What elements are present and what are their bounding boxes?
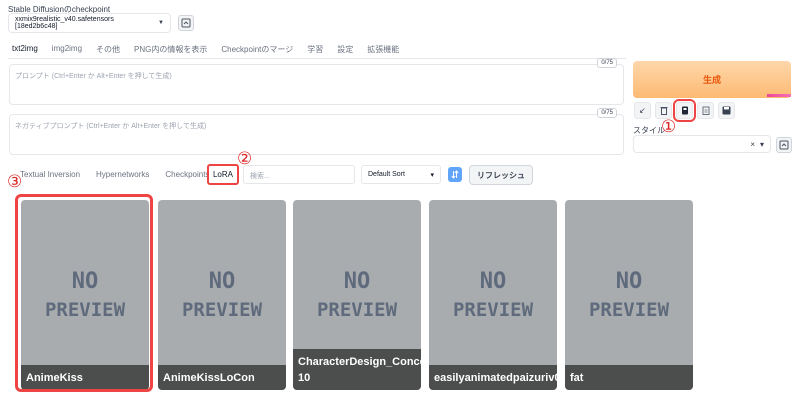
sort-direction-icon bbox=[451, 170, 459, 179]
card-name: fat bbox=[565, 365, 693, 390]
no-preview-line1: NO bbox=[480, 269, 507, 294]
refresh-icon bbox=[779, 140, 789, 150]
tab-txt2img[interactable]: txt2img bbox=[12, 44, 48, 55]
tabs-divider bbox=[8, 58, 626, 59]
checkpoint-select[interactable]: xxmix9realistic_v40.safetensors [18ed2b6… bbox=[8, 13, 171, 33]
prompt-placeholder: プロンプト (Ctrl+Enter か Alt+Enter を押して生成) bbox=[15, 73, 172, 80]
sort-select[interactable]: Default Sort ▾ bbox=[361, 165, 441, 184]
highlight-box-card bbox=[15, 194, 153, 392]
save-icon bbox=[722, 106, 731, 115]
no-preview-image: NO PREVIEW bbox=[182, 269, 263, 321]
clipboard-icon bbox=[702, 106, 709, 115]
refresh-networks-button[interactable]: リフレッシュ bbox=[469, 165, 533, 185]
toolbar: ↙ bbox=[634, 99, 735, 122]
tab-checkpoint-merger[interactable]: Checkpointのマージ bbox=[221, 44, 303, 55]
no-preview-line2: PREVIEW bbox=[589, 299, 670, 321]
extra-networks-search-input[interactable]: 検索... bbox=[243, 165, 355, 184]
checkpoint-value: xxmix9realistic_v40.safetensors [18ed2b6… bbox=[15, 16, 114, 30]
generate-progress-accent bbox=[767, 94, 791, 97]
arrow-icon: ↙ bbox=[639, 106, 646, 115]
trash-icon bbox=[660, 107, 667, 115]
prompt-token-counter: 0/75 bbox=[597, 58, 617, 68]
tab-settings[interactable]: 設定 bbox=[337, 44, 363, 55]
lora-card[interactable]: NO PREVIEW AnimeKissLoCon bbox=[158, 200, 286, 390]
no-preview-line1: NO bbox=[616, 269, 643, 294]
refresh-styles-button[interactable] bbox=[776, 137, 792, 153]
annotation-marker-1: ① bbox=[661, 117, 677, 137]
no-preview-image: NO PREVIEW bbox=[589, 269, 670, 321]
apply-style-button[interactable] bbox=[697, 102, 714, 119]
negative-prompt-placeholder: ネガティブプロンプト (Ctrl+Enter か Alt+Enter を押して生… bbox=[15, 123, 207, 130]
save-style-button[interactable] bbox=[718, 102, 735, 119]
extra-networks-tabs: Textual Inversion Hypernetworks Checkpoi… bbox=[20, 170, 225, 179]
paste-arrow-button[interactable]: ↙ bbox=[634, 102, 651, 119]
no-preview-image: NO PREVIEW bbox=[453, 269, 534, 321]
tab-checkpoints[interactable]: Checkpoints bbox=[165, 170, 209, 179]
no-preview-line2: PREVIEW bbox=[317, 299, 398, 321]
no-preview-line1: NO bbox=[344, 269, 371, 294]
prompt-input[interactable]: プロンプト (Ctrl+Enter か Alt+Enter を押して生成) 0/… bbox=[9, 58, 624, 105]
tab-extras[interactable]: その他 bbox=[96, 44, 130, 55]
tab-lora[interactable]: LoRA bbox=[207, 164, 239, 185]
annotation-marker-2: ② bbox=[237, 149, 253, 169]
extra-networks-icon bbox=[681, 106, 688, 115]
sort-direction-button[interactable] bbox=[448, 167, 462, 182]
card-name: easilyanimatedpaizuriv0.1 bbox=[429, 365, 557, 390]
clear-style-icon[interactable]: × bbox=[750, 140, 755, 149]
lora-card[interactable]: NO PREVIEW CharacterDesign_Concept-10 bbox=[293, 200, 421, 390]
negative-prompt-input[interactable]: ネガティブプロンプト (Ctrl+Enter か Alt+Enter を押して生… bbox=[9, 108, 624, 155]
lora-card[interactable]: NO PREVIEW fat bbox=[565, 200, 693, 390]
main-tabs: txt2img img2img その他 PNG内の情報を表示 Checkpoin… bbox=[12, 44, 413, 55]
refresh-checkpoint-button[interactable] bbox=[178, 15, 194, 31]
no-preview-image: NO PREVIEW bbox=[317, 269, 398, 321]
refresh-icon bbox=[181, 18, 191, 28]
tab-extensions[interactable]: 拡張機能 bbox=[367, 44, 409, 55]
annotation-marker-3: ③ bbox=[7, 172, 23, 192]
generate-button[interactable]: 生成 bbox=[633, 61, 791, 98]
tab-train[interactable]: 学習 bbox=[307, 44, 333, 55]
show-extra-networks-button[interactable] bbox=[673, 99, 696, 122]
negative-prompt-token-counter: 0/75 bbox=[597, 108, 617, 118]
chevron-down-icon: ▾ bbox=[759, 139, 764, 149]
tab-hypernetworks[interactable]: Hypernetworks bbox=[96, 170, 149, 179]
chevron-down-icon: ▾ bbox=[430, 171, 434, 179]
card-name: AnimeKissLoCon bbox=[158, 365, 286, 390]
tab-png-info[interactable]: PNG内の情報を表示 bbox=[134, 44, 217, 55]
lora-card[interactable]: NO PREVIEW easilyanimatedpaizuriv0.1 bbox=[429, 200, 557, 390]
tab-textual-inversion[interactable]: Textual Inversion bbox=[20, 170, 80, 179]
no-preview-line2: PREVIEW bbox=[453, 299, 534, 321]
no-preview-line1: NO bbox=[209, 269, 236, 294]
chevron-down-icon: ▼ bbox=[158, 20, 164, 26]
style-select[interactable]: × ▾ bbox=[633, 135, 771, 153]
tab-img2img[interactable]: img2img bbox=[52, 44, 92, 55]
no-preview-line2: PREVIEW bbox=[182, 299, 263, 321]
sort-value: Default Sort bbox=[368, 171, 405, 178]
card-name: CharacterDesign_Concept-10 bbox=[293, 349, 421, 390]
